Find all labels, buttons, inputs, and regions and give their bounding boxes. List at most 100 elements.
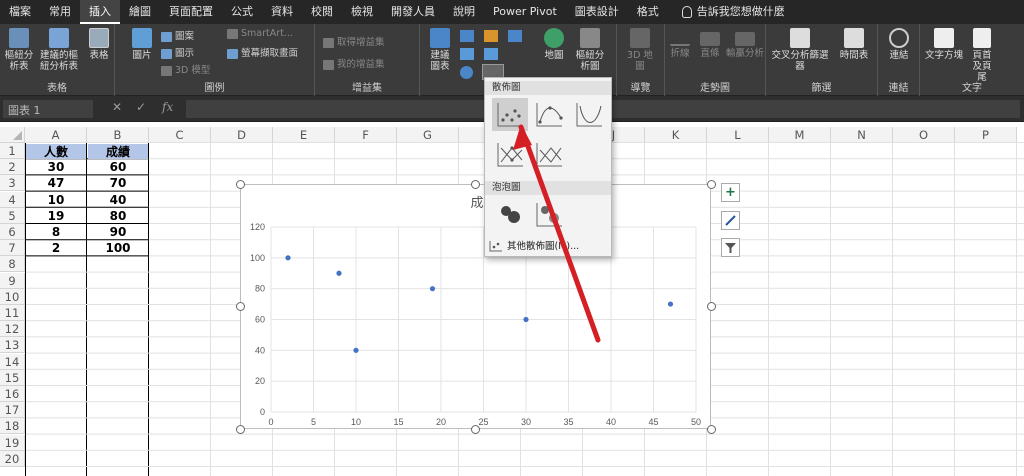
table-cell[interactable]: 19 (25, 208, 87, 224)
tell-me-search[interactable]: 告訴我您想做什麼 (688, 0, 794, 24)
column-chart-icon[interactable] (460, 30, 474, 42)
tab-8[interactable]: 檢視 (342, 0, 382, 24)
cancel-icon[interactable]: ✕ (112, 100, 122, 114)
data-point[interactable] (667, 301, 674, 307)
header-footer-button[interactable]: 頁首及頁尾 (968, 28, 996, 83)
tab-13[interactable]: 格式 (628, 0, 668, 24)
pie-chart-icon[interactable] (460, 66, 473, 79)
chart-filters-button[interactable] (721, 238, 740, 257)
scatter-only-markers-option[interactable] (492, 98, 528, 131)
recommended-pivot-button[interactable]: 建議的樞紐分析表 (36, 28, 82, 72)
hierarchy-chart-icon[interactable] (484, 30, 498, 42)
bubble-option[interactable] (492, 198, 528, 231)
data-point[interactable] (429, 286, 436, 292)
header-cell-1[interactable]: 成績 (88, 144, 148, 160)
pictures-button[interactable]: 圖片 (127, 28, 157, 61)
filter-icon (725, 243, 736, 253)
tab-7[interactable]: 校閱 (302, 0, 342, 24)
table-cell[interactable]: 100 (87, 240, 149, 256)
table-cell[interactable]: 60 (87, 159, 149, 175)
pivot-chart-button[interactable]: 樞紐分析圖 (572, 28, 608, 72)
table-cell[interactable]: 10 (25, 192, 87, 208)
scatter-chart[interactable]: 成績02040608010012005101520253035404550 (240, 184, 711, 429)
screenshot-button[interactable]: 螢幕擷取畫面 (227, 45, 298, 59)
slicer-button[interactable]: 交叉分析篩選器 (770, 28, 830, 72)
3d-bubble-option[interactable] (531, 198, 567, 231)
tab-4[interactable]: 頁面配置 (160, 0, 222, 24)
shapes-button[interactable]: 圖案 (161, 28, 194, 42)
table-cell[interactable]: 30 (25, 159, 87, 175)
table-cell[interactable]: 8 (25, 224, 87, 240)
combo-chart-icon[interactable] (508, 30, 522, 42)
scatter-straight-markers-option[interactable] (492, 138, 528, 171)
tab-11[interactable]: Power Pivot (484, 0, 566, 24)
table-label: 表格 (89, 50, 109, 61)
icons-button[interactable]: 圖示 (161, 45, 194, 59)
tab-2[interactable]: 插入 (80, 0, 120, 24)
get-addins-button[interactable]: 取得增益集 (323, 34, 385, 48)
header-cell-0[interactable]: 人數 (26, 144, 86, 160)
spark-line-button[interactable]: 折線 (667, 32, 693, 59)
resize-handle[interactable] (706, 424, 716, 434)
tab-10[interactable]: 說明 (444, 0, 484, 24)
statistic-chart-icon[interactable] (484, 48, 498, 60)
3d-map-button[interactable]: 3D 地圖 (623, 28, 657, 72)
data-point[interactable] (353, 347, 359, 353)
resize-handle[interactable] (706, 179, 716, 189)
scatter-smooth-lines-icon (576, 103, 602, 127)
table-cell[interactable]: 2 (25, 240, 87, 256)
scatter-smooth-lines-option[interactable] (571, 98, 607, 131)
resize-handle[interactable] (235, 424, 245, 434)
tab-0[interactable]: 檔案 (0, 0, 40, 24)
more-scatter-charts-label: 其他散佈圖(M)... (507, 241, 580, 252)
spark-winloss-button[interactable]: 輸贏分析 (725, 32, 765, 59)
tab-12[interactable]: 圖表設計 (566, 0, 628, 24)
tab-9[interactable]: 開發人員 (382, 0, 444, 24)
table-cell[interactable]: 47 (25, 175, 87, 191)
table-cell[interactable]: 40 (87, 192, 149, 208)
group-addins: 取得增益集 我的增益集 增益集 (315, 24, 420, 96)
x-tick-label: 25 (478, 417, 488, 427)
table-cell[interactable]: 90 (87, 224, 149, 240)
table-button[interactable]: 表格 (86, 28, 112, 61)
icons-label: 圖示 (175, 48, 195, 59)
3d-models-button[interactable]: 3D 模型 (161, 62, 210, 76)
enter-icon[interactable]: ✓ (136, 100, 146, 114)
link-button[interactable]: 連結 (884, 28, 914, 61)
table-cell[interactable]: 80 (87, 208, 149, 224)
scatter-smooth-markers-option[interactable] (531, 98, 567, 131)
data-point[interactable] (523, 316, 529, 323)
scatter-straight-lines-option[interactable] (531, 138, 567, 171)
line-chart-icon[interactable] (460, 48, 474, 60)
group-text: 文字方塊 頁首及頁尾 文字 (920, 24, 1024, 96)
resize-handle[interactable] (235, 179, 245, 189)
table-cell[interactable]: 70 (87, 175, 149, 191)
resize-handle[interactable] (470, 179, 480, 189)
chart-styles-button[interactable] (721, 211, 740, 230)
data-point[interactable] (336, 270, 342, 276)
smartart-button[interactable]: SmartArt... (227, 28, 293, 39)
resize-handle[interactable] (470, 424, 480, 434)
spark-column-button[interactable]: 直條 (697, 32, 723, 59)
y-tick-label: 40 (255, 345, 265, 355)
resize-handle[interactable] (706, 301, 716, 311)
smartart-icon (227, 28, 238, 39)
recommended-charts-button[interactable]: 建議圖表 (426, 28, 454, 72)
tab-6[interactable]: 資料 (262, 0, 302, 24)
maps-button[interactable]: 地圖 (540, 28, 568, 61)
data-point[interactable] (285, 255, 291, 261)
timeline-button[interactable]: 時間表 (834, 28, 874, 61)
tab-3[interactable]: 繪圖 (120, 0, 160, 24)
recommended-pivot-label: 建議的樞紐分析表 (39, 50, 78, 72)
my-addins-button[interactable]: 我的增益集 (323, 56, 385, 70)
name-box[interactable]: 圖表 1 (3, 100, 93, 118)
tab-1[interactable]: 常用 (40, 0, 80, 24)
textbox-button[interactable]: 文字方塊 (924, 28, 964, 61)
pivot-table-button[interactable]: 樞紐分析表 (4, 28, 34, 72)
recommended-charts-label: 建議圖表 (430, 50, 450, 72)
resize-handle[interactable] (235, 301, 245, 311)
chart-elements-button[interactable]: + (721, 183, 740, 202)
tab-5[interactable]: 公式 (222, 0, 262, 24)
insert-function-icon[interactable]: fx (162, 100, 173, 114)
more-scatter-charts-link[interactable]: 其他散佈圖(M)... (489, 238, 579, 252)
